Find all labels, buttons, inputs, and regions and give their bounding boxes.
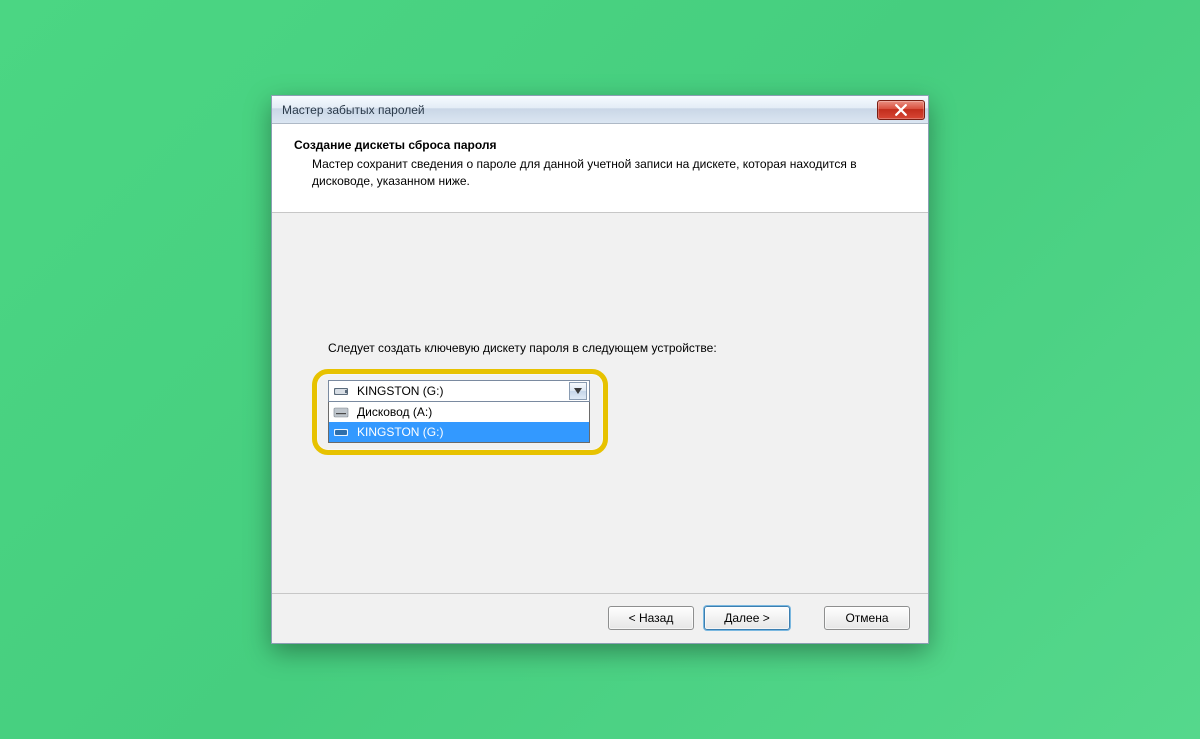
wizard-header: Создание дискеты сброса пароля Мастер со… xyxy=(272,124,928,213)
wizard-header-title: Создание дискеты сброса пароля xyxy=(294,138,906,152)
window-title: Мастер забытых паролей xyxy=(282,103,425,117)
drive-select[interactable]: KINGSTON (G:) Дисковод (A:) KINGSTON (G: xyxy=(328,380,590,443)
usb-drive-icon xyxy=(333,425,351,439)
wizard-footer: < Назад Далее > Отмена xyxy=(272,593,928,643)
dropdown-arrow-button[interactable] xyxy=(569,382,587,400)
drive-select-list: Дисковод (A:) KINGSTON (G:) xyxy=(328,402,590,443)
chevron-down-icon xyxy=(574,388,582,394)
back-button[interactable]: < Назад xyxy=(608,606,694,630)
drive-option-kingston[interactable]: KINGSTON (G:) xyxy=(329,422,589,442)
drive-select-collapsed[interactable]: KINGSTON (G:) xyxy=(328,380,590,402)
floppy-drive-icon xyxy=(333,405,351,419)
drive-option-floppy[interactable]: Дисковод (A:) xyxy=(329,402,589,422)
drive-select-value: KINGSTON (G:) xyxy=(357,384,569,398)
cancel-button[interactable]: Отмена xyxy=(824,606,910,630)
wizard-body: Следует создать ключевую дискету пароля … xyxy=(272,213,928,593)
drive-option-label: KINGSTON (G:) xyxy=(357,425,443,439)
usb-drive-icon xyxy=(333,384,351,398)
wizard-header-subtitle: Мастер сохранит сведения о пароле для да… xyxy=(294,156,906,190)
wizard-dialog: Мастер забытых паролей Создание дискеты … xyxy=(271,95,929,644)
close-button[interactable] xyxy=(877,100,925,120)
next-button[interactable]: Далее > xyxy=(704,606,790,630)
drive-option-label: Дисковод (A:) xyxy=(357,405,432,419)
close-icon xyxy=(895,104,907,116)
titlebar[interactable]: Мастер забытых паролей xyxy=(272,96,928,124)
drive-instruction-label: Следует создать ключевую дискету пароля … xyxy=(328,341,717,355)
